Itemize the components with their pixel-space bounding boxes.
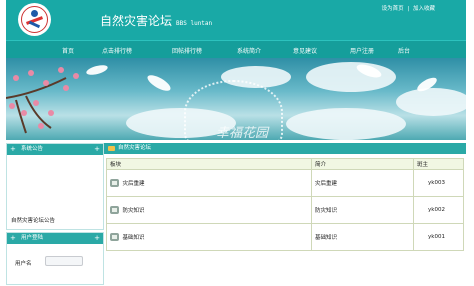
column-header-moderator: 斑主 xyxy=(413,158,464,170)
board-cell[interactable]: 灾后重建 xyxy=(106,169,312,197)
banner-image: 幸福花园 xyxy=(6,58,466,140)
nav-home[interactable]: 首页 xyxy=(62,46,74,55)
forum-panel-header: 自然灾害论坛 xyxy=(104,143,466,154)
intro-cell: 基础知识 xyxy=(311,223,414,251)
moderator-cell: yk003 xyxy=(413,169,464,197)
board-cell[interactable]: 防灾知识 xyxy=(106,196,312,224)
username-input[interactable] xyxy=(45,256,83,266)
top-links: 设为首页 | 加入收藏 xyxy=(381,4,436,12)
board-name[interactable]: 灾后重建 xyxy=(123,181,145,187)
site-subtitle: BBS luntan xyxy=(176,20,213,27)
set-homepage-link[interactable]: 设为首页 xyxy=(382,6,404,12)
notice-text[interactable]: 自然灾害论坛公告 xyxy=(11,216,55,224)
site-title-text: 自然灾害论坛 xyxy=(100,14,173,28)
nav-register[interactable]: 用户注册 xyxy=(350,46,374,55)
site-title: 自然灾害论坛 BBS luntan xyxy=(100,12,212,29)
forum-panel: 自然灾害论坛 板块 简介 斑主 灾后重建 灾后重建 yk003 防灾知识 防灾知… xyxy=(104,143,466,283)
dove-icon xyxy=(145,72,173,94)
column-header-board: 板块 xyxy=(106,158,312,170)
board-name[interactable]: 基础知识 xyxy=(123,235,145,241)
main-nav: 首页 点击排行榜 回帖排行榜 系统简介 意见建议 用户注册 后台 xyxy=(6,40,466,59)
notice-panel-header: + 系统公告 + xyxy=(7,144,103,155)
nav-system-intro[interactable]: 系统简介 xyxy=(237,46,261,55)
table-row[interactable]: 灾后重建 灾后重建 yk003 xyxy=(106,169,464,197)
column-header-intro: 简介 xyxy=(311,158,414,170)
nav-click-ranking[interactable]: 点击排行榜 xyxy=(102,46,132,55)
plus-icon: + xyxy=(10,234,16,242)
table-row[interactable]: 基础知识 基础知识 yk001 xyxy=(106,223,464,251)
link-separator: | xyxy=(407,6,410,12)
plus-icon: + xyxy=(10,145,16,153)
banner-text: 幸福花园 xyxy=(216,126,269,140)
table-header-row: 板块 简介 斑主 xyxy=(106,158,464,170)
folder-icon xyxy=(108,146,115,151)
moderator-cell: yk002 xyxy=(413,196,464,224)
site-header: 自然灾害论坛 BBS luntan 设为首页 | 加入收藏 xyxy=(6,0,466,40)
forum-icon xyxy=(110,233,119,242)
forum-icon xyxy=(110,206,119,215)
site-logo-icon[interactable] xyxy=(18,3,51,36)
add-favorite-link[interactable]: 加入收藏 xyxy=(413,6,435,12)
board-cell[interactable]: 基础知识 xyxy=(106,223,312,251)
blossom-tree-icon xyxy=(6,67,79,134)
login-panel: + 用户登陆 + 用户名 xyxy=(6,232,104,285)
nav-feedback[interactable]: 意见建议 xyxy=(293,46,317,55)
nav-reply-ranking[interactable]: 回帖排行榜 xyxy=(172,46,202,55)
nav-admin[interactable]: 后台 xyxy=(398,46,410,55)
moderator-cell: yk001 xyxy=(413,223,464,251)
notice-title: 系统公告 xyxy=(21,146,44,152)
login-title: 用户登陆 xyxy=(21,235,44,241)
notice-panel: + 系统公告 + 自然灾害论坛公告 xyxy=(6,143,104,230)
intro-cell: 灾后重建 xyxy=(311,169,414,197)
username-label: 用户名 xyxy=(15,261,32,267)
table-row[interactable]: 防灾知识 防灾知识 yk002 xyxy=(106,196,464,224)
forum-table: 板块 简介 斑主 灾后重建 灾后重建 yk003 防灾知识 防灾知识 yk002… xyxy=(106,158,464,251)
forum-icon xyxy=(110,179,119,188)
forum-title: 自然灾害论坛 xyxy=(118,145,152,151)
login-panel-header: + 用户登陆 + xyxy=(7,233,103,244)
board-name[interactable]: 防灾知识 xyxy=(123,208,145,214)
plus-icon: + xyxy=(94,145,100,153)
plus-icon: + xyxy=(94,234,100,242)
intro-cell: 防灾知识 xyxy=(311,196,414,224)
